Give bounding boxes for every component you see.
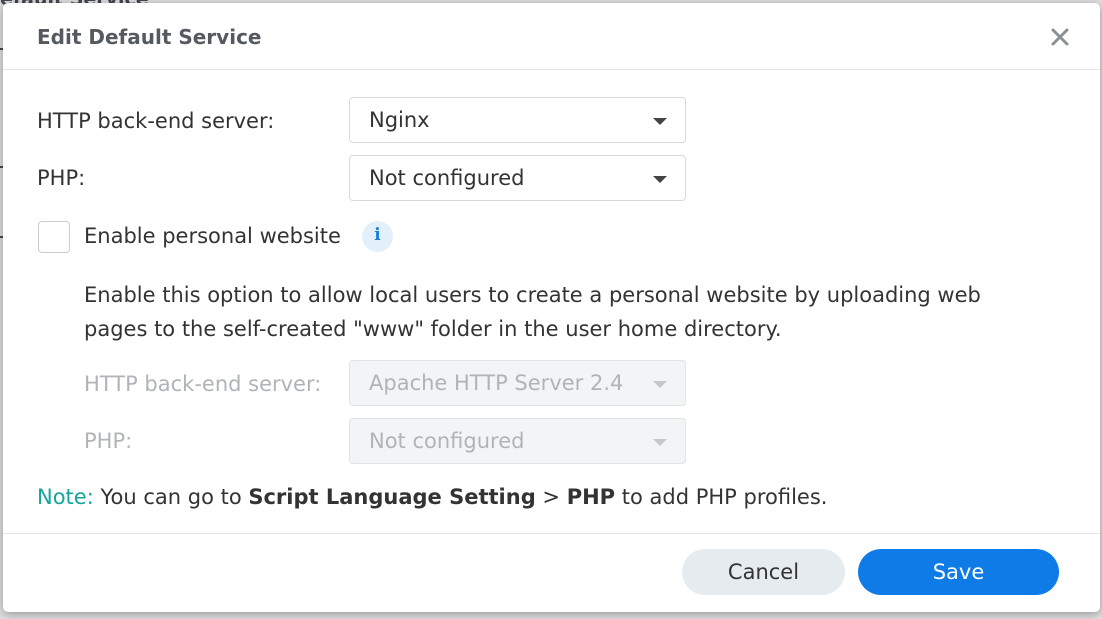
dialog-title: Edit Default Service (37, 25, 262, 49)
chevron-down-icon (653, 176, 667, 183)
personal-http-backend-value: Apache HTTP Server 2.4 (369, 371, 624, 395)
personal-http-backend-select[interactable]: Apache HTTP Server 2.4 (349, 360, 686, 406)
personal-php-value: Not configured (369, 429, 525, 453)
enable-personal-website-label[interactable]: Enable personal website (84, 224, 341, 248)
note-text-before: You can go to (93, 485, 249, 509)
http-backend-label: HTTP back-end server: (37, 109, 275, 133)
note-label: Note: (37, 485, 94, 509)
chevron-down-icon (653, 118, 667, 125)
chevron-down-icon (653, 381, 667, 388)
php-select[interactable]: Not configured (349, 155, 686, 201)
note-php: PHP (566, 485, 616, 509)
cancel-button[interactable]: Cancel (682, 549, 845, 595)
close-button[interactable] (1046, 23, 1074, 51)
note-text-after: to add PHP profiles. (615, 485, 828, 509)
dialog-header: Edit Default Service (3, 3, 1100, 70)
chevron-down-icon (653, 439, 667, 446)
footer-divider (3, 533, 1100, 534)
http-backend-select[interactable]: Nginx (349, 97, 686, 143)
save-button[interactable]: Save (858, 549, 1059, 595)
enable-personal-website-checkbox[interactable] (38, 221, 70, 253)
personal-php-label: PHP: (84, 429, 133, 453)
edit-default-service-dialog: Edit Default Service HTTP back-end serve… (3, 3, 1100, 612)
note-separator: > (535, 485, 567, 509)
personal-php-select[interactable]: Not configured (349, 418, 686, 464)
personal-http-backend-label: HTTP back-end server: (84, 372, 322, 396)
personal-website-description: Enable this option to allow local users … (84, 283, 981, 341)
php-label: PHP: (37, 166, 86, 190)
http-backend-value: Nginx (369, 108, 430, 132)
note-text: Note: You can go to Script Language Sett… (37, 485, 827, 509)
info-icon[interactable]: i (362, 221, 393, 252)
note-script-language-setting: Script Language Setting (248, 485, 536, 509)
php-value: Not configured (369, 166, 525, 190)
close-icon (1051, 28, 1069, 46)
